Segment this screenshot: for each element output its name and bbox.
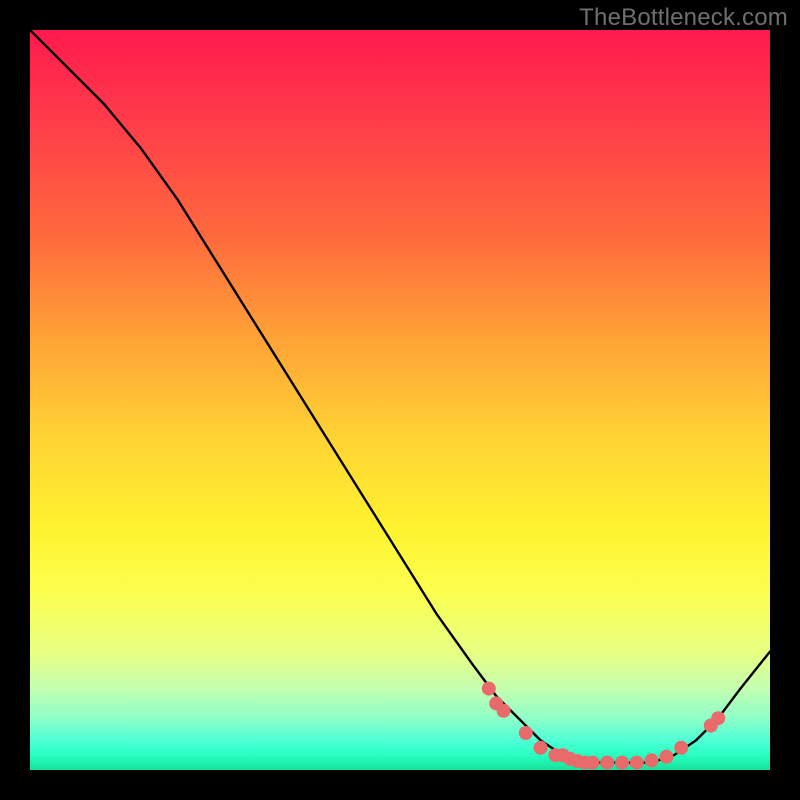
marker-dot	[659, 750, 673, 764]
chart-stage: TheBottleneck.com	[0, 0, 800, 800]
bottleneck-curve	[30, 30, 770, 763]
marker-dots	[482, 682, 725, 770]
marker-dot	[482, 682, 496, 696]
marker-dot	[645, 753, 659, 767]
marker-dot	[615, 756, 629, 770]
marker-dot	[600, 756, 614, 770]
marker-dot	[534, 741, 548, 755]
marker-dot	[674, 741, 688, 755]
marker-dot	[519, 726, 533, 740]
watermark-text: TheBottleneck.com	[579, 4, 788, 32]
marker-dot	[585, 756, 599, 770]
marker-dot	[497, 704, 511, 718]
curve-layer	[30, 30, 770, 770]
marker-dot	[630, 756, 644, 770]
plot-area	[30, 30, 770, 770]
marker-dot	[711, 711, 725, 725]
